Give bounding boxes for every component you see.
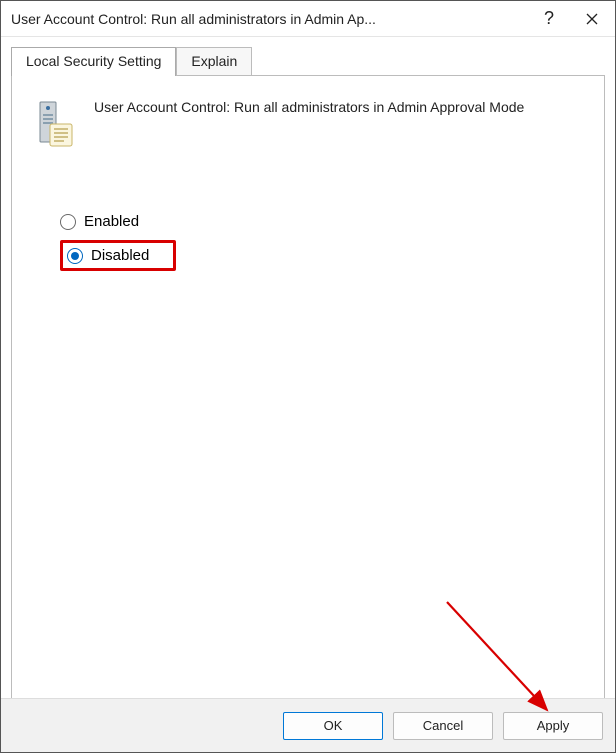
tab-label: Local Security Setting bbox=[26, 53, 161, 69]
policy-icon bbox=[32, 98, 80, 153]
radio-enabled[interactable]: Enabled bbox=[60, 213, 604, 230]
help-button[interactable]: ? bbox=[529, 1, 569, 37]
policy-description: User Account Control: Run all administra… bbox=[94, 98, 524, 117]
options-group: Enabled Disabled bbox=[60, 213, 604, 271]
tab-explain[interactable]: Explain bbox=[176, 47, 252, 75]
radio-icon bbox=[60, 214, 76, 230]
policy-header: User Account Control: Run all administra… bbox=[12, 76, 604, 153]
window-title: User Account Control: Run all administra… bbox=[11, 11, 529, 27]
dialog-button-row: OK Cancel Apply bbox=[1, 698, 615, 752]
radio-icon bbox=[67, 248, 83, 264]
close-icon bbox=[586, 13, 598, 25]
ok-button[interactable]: OK bbox=[283, 712, 383, 740]
apply-button[interactable]: Apply bbox=[503, 712, 603, 740]
tab-strip: Local Security Setting Explain bbox=[1, 37, 615, 75]
radio-disabled[interactable]: Disabled bbox=[67, 247, 149, 264]
tab-local-security-setting[interactable]: Local Security Setting bbox=[11, 47, 176, 76]
tab-panel: User Account Control: Run all administra… bbox=[11, 75, 605, 705]
radio-label: Disabled bbox=[91, 247, 149, 264]
tab-label: Explain bbox=[191, 53, 237, 69]
highlight-annotation: Disabled bbox=[60, 240, 176, 271]
cancel-button[interactable]: Cancel bbox=[393, 712, 493, 740]
radio-label: Enabled bbox=[84, 213, 139, 230]
close-button[interactable] bbox=[569, 1, 615, 37]
titlebar: User Account Control: Run all administra… bbox=[1, 1, 615, 37]
